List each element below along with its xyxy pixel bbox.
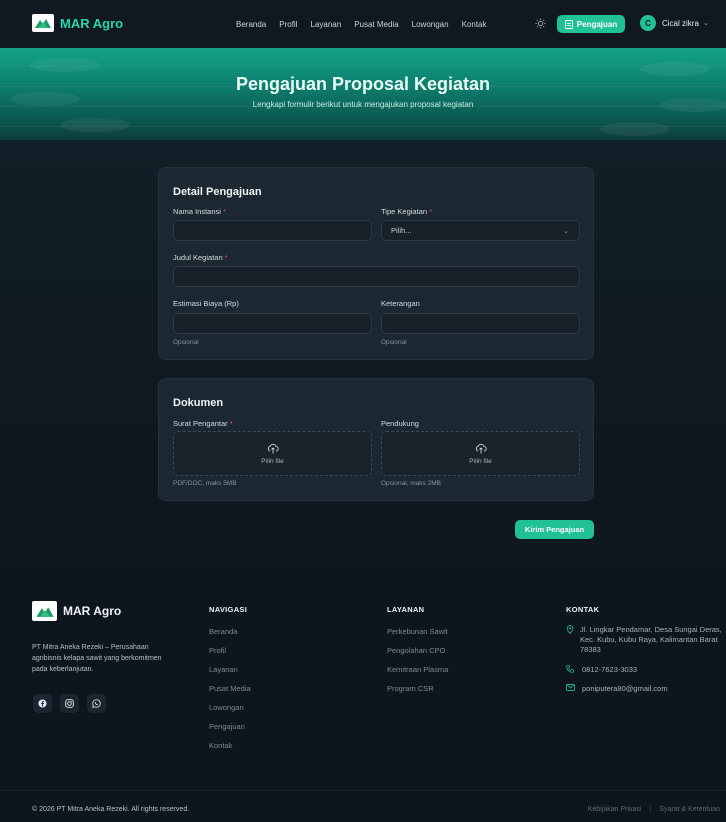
nav-link-layanan[interactable]: Layanan [310, 20, 341, 29]
footer-link-program-csr[interactable]: Program CSR [387, 684, 434, 693]
tipe-kegiatan-label: Tipe Kegiatan * [381, 207, 433, 216]
footer-layanan-title: LAYANAN [387, 605, 425, 614]
whatsapp-icon[interactable] [87, 694, 106, 713]
terms-link[interactable]: Syarat & Ketentuan [659, 806, 720, 813]
email-text: poniputera80@gmail.com [582, 684, 668, 693]
kirim-pengajuan-button[interactable]: Kirim Pengajuan [515, 520, 594, 539]
surat-pengantar-upload[interactable]: Pilih file [173, 431, 372, 476]
footer-link-kemitraan-plasma[interactable]: Kemitraan Plasma [387, 665, 448, 674]
chevron-down-icon: ⌄ [563, 228, 569, 235]
judul-kegiatan-label: Judul Kegiatan * [173, 253, 228, 262]
instagram-icon[interactable] [60, 694, 79, 713]
logo-icon [32, 14, 54, 32]
pendukung-upload[interactable]: Pilih file [381, 431, 580, 476]
detail-card-title: Detail Pengajuan [173, 186, 262, 198]
estimasi-biaya-label: Estimasi Biaya (Rp) [173, 299, 239, 308]
nama-instansi-label: Nama Instansi * [173, 207, 226, 216]
footer-link-layanan[interactable]: Layanan [209, 665, 238, 674]
footer-link-profil[interactable]: Profil [209, 646, 226, 655]
estimasi-biaya-input[interactable] [173, 313, 372, 334]
address-text: Jl. Lingkar Pendamar, Desa Sungai Deras,… [580, 625, 722, 654]
privacy-policy-link[interactable]: Kebijakan Privasi [588, 806, 642, 813]
chevron-down-icon: ⌄ [702, 20, 709, 27]
legal-links: Kebijakan Privasi | Syarat & Ketentuan [588, 806, 720, 813]
estimasi-biaya-hint: Opsional [173, 339, 199, 346]
avatar: C [640, 15, 656, 31]
footer-kontak-title: KONTAK [566, 605, 600, 614]
keterangan-label: Keterangan [381, 299, 420, 308]
surat-pengantar-label: Surat Pengantar * [173, 419, 233, 428]
footer-link-pengajuan[interactable]: Pengajuan [209, 722, 245, 731]
nav-link-lowongan[interactable]: Lowongan [412, 20, 449, 29]
theme-toggle-sun-icon[interactable] [533, 16, 547, 30]
footer-link-perkebunan-sawit[interactable]: Perkebunan Sawit [387, 627, 448, 636]
phone-text: 0812-7623-3033 [582, 665, 638, 674]
pengajuan-button-label: Pengajuan [576, 19, 618, 29]
nama-instansi-input[interactable] [173, 220, 372, 241]
logo-icon [32, 601, 57, 621]
top-navbar: MAR Agro Beranda Profil Layanan Pusat Me… [0, 0, 726, 48]
page-subtitle: Lengkapi formulir berikut untuk mengajuk… [252, 100, 474, 109]
main-nav: Beranda Profil Layanan Pusat Media Lowon… [236, 20, 499, 29]
user-name: Cical zikra [662, 18, 699, 28]
nav-link-profil[interactable]: Profil [279, 20, 297, 29]
hero-banner: Pengajuan Proposal Kegiatan Lengkapi for… [0, 48, 726, 140]
footer-nav-title: NAVIGASI [209, 605, 248, 614]
footer-divider [0, 790, 726, 791]
detail-pengajuan-card: Detail Pengajuan Nama Instansi * Tipe Ke… [158, 167, 594, 360]
footer-link-beranda[interactable]: Beranda [209, 627, 237, 636]
surat-pick-file-label: Pilih file [261, 457, 284, 465]
tipe-kegiatan-value: Pilih... [391, 226, 412, 235]
upload-cloud-icon [267, 443, 279, 453]
document-icon [564, 19, 573, 29]
facebook-icon[interactable] [33, 694, 52, 713]
nav-link-pusat-media[interactable]: Pusat Media [354, 20, 398, 29]
brand-logo-link[interactable]: MAR Agro [32, 14, 123, 32]
keterangan-hint: Opsional [381, 339, 407, 346]
tipe-kegiatan-select[interactable]: Pilih... ⌄ [381, 220, 580, 241]
map-pin-icon [566, 625, 574, 655]
contact-email[interactable]: poniputera80@gmail.com [566, 684, 668, 694]
copyright-text: © 2026 PT Mitra Aneka Rezeki. All rights… [32, 806, 190, 813]
footer-link-kontak[interactable]: Kontak [209, 741, 232, 750]
keterangan-input[interactable] [381, 313, 580, 334]
page-title: Pengajuan Proposal Kegiatan [235, 74, 491, 94]
user-menu[interactable]: C Cical zikra ⌄ [640, 15, 709, 31]
site-footer: MAR Agro PT Mitra Aneka Rezeki – Perusah… [0, 568, 726, 822]
nav-link-kontak[interactable]: Kontak [462, 20, 487, 29]
brand-name: MAR Agro [60, 15, 124, 31]
social-links [33, 694, 114, 713]
footer-link-pengolahan-cpo[interactable]: Pengolahan CPO [387, 646, 445, 655]
legal-separator: | [649, 806, 652, 813]
dokumen-card: Dokumen Surat Pengantar * Pilih file PDF… [158, 378, 594, 501]
footer-brand-name: MAR Agro [63, 604, 122, 618]
pendukung-pick-file-label: Pilih file [469, 457, 492, 465]
judul-kegiatan-input[interactable] [173, 266, 580, 287]
surat-pengantar-hint: PDF/DOC, maks 5MB [173, 480, 237, 487]
contact-phone[interactable]: 0812-7623-3033 [566, 665, 637, 675]
upload-cloud-icon [475, 443, 487, 453]
nav-link-beranda[interactable]: Beranda [236, 20, 266, 29]
footer-brand[interactable]: MAR Agro [32, 601, 121, 621]
dokumen-card-title: Dokumen [173, 397, 224, 409]
contact-address: Jl. Lingkar Pendamar, Desa Sungai Deras,… [566, 625, 724, 655]
footer-link-pusat-media[interactable]: Pusat Media [209, 684, 251, 693]
phone-icon [566, 665, 576, 675]
pengajuan-button[interactable]: Pengajuan [557, 15, 625, 33]
footer-link-lowongan[interactable]: Lowongan [209, 703, 244, 712]
mail-icon [566, 684, 576, 694]
pendukung-label: Pendukung [381, 419, 419, 428]
footer-description: PT Mitra Aneka Rezeki – Perusahaan agrib… [32, 644, 162, 673]
pendukung-hint: Opsional, maks 2MB [381, 480, 441, 487]
